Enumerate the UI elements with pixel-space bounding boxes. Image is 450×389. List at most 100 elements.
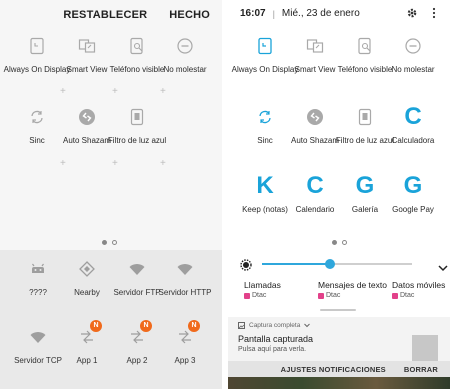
- available-tiles-tray: ???? Nearby Servidor FTP Servidor HTTP S…: [0, 250, 222, 389]
- notification-settings-button[interactable]: AJUSTES NOTIFICACIONES: [281, 365, 386, 374]
- tray-tile-app-3[interactable]: App 3: [148, 324, 222, 366]
- always-on-display-icon: [24, 33, 50, 59]
- page-indicator: [332, 240, 347, 245]
- shazam-icon: [302, 104, 328, 130]
- tile-letter: G: [403, 172, 423, 199]
- smart-view-icon: [74, 33, 100, 59]
- keep-letter-icon: K: [252, 173, 278, 199]
- tile-letter: C: [306, 172, 324, 199]
- date[interactable]: Mié., 23 de enero: [282, 8, 360, 19]
- add-slot-icon: +: [160, 86, 166, 97]
- sim-name: Dtac: [326, 292, 341, 299]
- screenshot-icon: [238, 322, 245, 329]
- sync-icon: [252, 104, 278, 130]
- tile-letter: C: [404, 103, 422, 130]
- brightness-thumb[interactable]: [324, 259, 335, 269]
- sim-usage-row: Llamadas Dtac Mensajes de texto Dtac Dat…: [228, 280, 450, 299]
- tile-label: App 3: [174, 356, 196, 365]
- tile-label: Google Pay: [392, 205, 434, 214]
- phone-visible-icon: [352, 33, 378, 59]
- expand-chevron-icon[interactable]: [304, 323, 311, 328]
- add-slot-icon: +: [160, 158, 166, 169]
- tile-label: Calculadora: [391, 136, 435, 145]
- always-on-display-icon: [252, 33, 278, 59]
- add-slot-icon: +: [60, 86, 66, 97]
- add-slot-icon: +: [112, 158, 118, 169]
- tile-do-not-disturb[interactable]: No molestar: [148, 33, 222, 75]
- brightness-icon: [240, 258, 252, 276]
- sim-card-icon: [318, 292, 324, 299]
- page-indicator: [102, 240, 117, 245]
- clear-all-button[interactable]: BORRAR: [404, 365, 438, 374]
- separator: |: [272, 8, 275, 19]
- tray-tile-http-server[interactable]: Servidor HTTP: [148, 256, 222, 298]
- wifi-icon: [25, 324, 51, 350]
- wallpaper-strip: [228, 377, 450, 389]
- tile-label: Filtro de luz azul: [107, 136, 167, 145]
- brightness-fill: [262, 263, 330, 265]
- page-dot: [342, 240, 347, 245]
- sync-icon: [24, 104, 50, 130]
- status-actions: [406, 6, 436, 24]
- tile-letter: K: [256, 172, 274, 199]
- reset-button[interactable]: RESTABLECER: [63, 9, 147, 21]
- usage-title: Mensajes de texto: [318, 280, 387, 290]
- notification-app: Captura completa: [249, 322, 301, 329]
- clock: 16:07: [240, 8, 266, 19]
- phone-visible-icon: [124, 33, 150, 59]
- screenshot-notification[interactable]: Captura completa Pantalla capturada Puls…: [228, 317, 450, 361]
- tile-label: No molestar: [163, 65, 207, 74]
- calculator-letter-icon: C: [400, 104, 426, 130]
- do-not-disturb-icon: [400, 33, 426, 59]
- quick-settings-edit-panel: RESTABLECER HECHO Always On Display Smar…: [0, 0, 222, 389]
- notification-badge: N: [188, 320, 200, 332]
- blue-light-filter-icon: [352, 104, 378, 130]
- notification-body: Pulsa aquí para verla.: [238, 346, 307, 353]
- notification-title: Pantalla capturada: [238, 334, 314, 344]
- settings-gear-icon[interactable]: [406, 6, 418, 24]
- nearby-icon: [74, 256, 100, 282]
- drag-handle[interactable]: [320, 309, 356, 311]
- google-pay-letter-icon: G: [400, 173, 426, 199]
- usage-sim: Dtac: [318, 292, 376, 299]
- usage-sim: Dtac: [244, 292, 302, 299]
- calendar-letter-icon: C: [302, 173, 328, 199]
- status-bar: 16:07 | Mié., 23 de enero: [240, 8, 360, 19]
- tile-do-not-disturb[interactable]: No molestar: [376, 33, 450, 75]
- do-not-disturb-icon: [172, 33, 198, 59]
- usage-card-mobile-data[interactable]: Datos móviles Dtac: [376, 280, 450, 299]
- more-options-icon[interactable]: [432, 6, 436, 24]
- tile-label: No molestar: [391, 65, 435, 74]
- usage-card-messages[interactable]: Mensajes de texto Dtac: [302, 280, 387, 299]
- android-icon: [25, 256, 51, 282]
- wifi-icon: [172, 256, 198, 282]
- edit-actions: RESTABLECER HECHO: [63, 9, 210, 21]
- sim-name: Dtac: [252, 292, 267, 299]
- usage-title: Datos móviles: [392, 280, 446, 290]
- usage-card-calls[interactable]: Llamadas Dtac: [228, 280, 302, 299]
- notification-badge: N: [90, 320, 102, 332]
- sim-name: Dtac: [400, 292, 415, 299]
- usage-title: Llamadas: [244, 280, 281, 290]
- screenshot-thumbnail[interactable]: [412, 335, 438, 361]
- notification-shade: 16:07 | Mié., 23 de enero Always On Disp…: [228, 0, 450, 389]
- notification-badge: N: [140, 320, 152, 332]
- notification-actions-bar: AJUSTES NOTIFICACIONES BORRAR: [228, 361, 450, 377]
- expand-chevron-icon[interactable]: [438, 259, 448, 277]
- sim-card-icon: [392, 292, 398, 299]
- wifi-icon: [124, 256, 150, 282]
- add-slot-icon: +: [112, 86, 118, 97]
- page-dot-active: [102, 240, 107, 245]
- tile-blue-light-filter[interactable]: Filtro de luz azul: [100, 104, 174, 146]
- done-button[interactable]: HECHO: [169, 9, 210, 21]
- tile-calculator[interactable]: C Calculadora: [376, 104, 450, 146]
- gallery-letter-icon: G: [352, 173, 378, 199]
- page-dot-active: [332, 240, 337, 245]
- tile-google-pay[interactable]: G Google Pay: [376, 173, 450, 215]
- blue-light-filter-icon: [124, 104, 150, 130]
- smart-view-icon: [302, 33, 328, 59]
- brightness-slider[interactable]: [240, 256, 448, 272]
- tile-label: Servidor HTTP: [158, 288, 212, 297]
- tile-letter: G: [355, 172, 375, 199]
- sim-card-icon: [244, 292, 250, 299]
